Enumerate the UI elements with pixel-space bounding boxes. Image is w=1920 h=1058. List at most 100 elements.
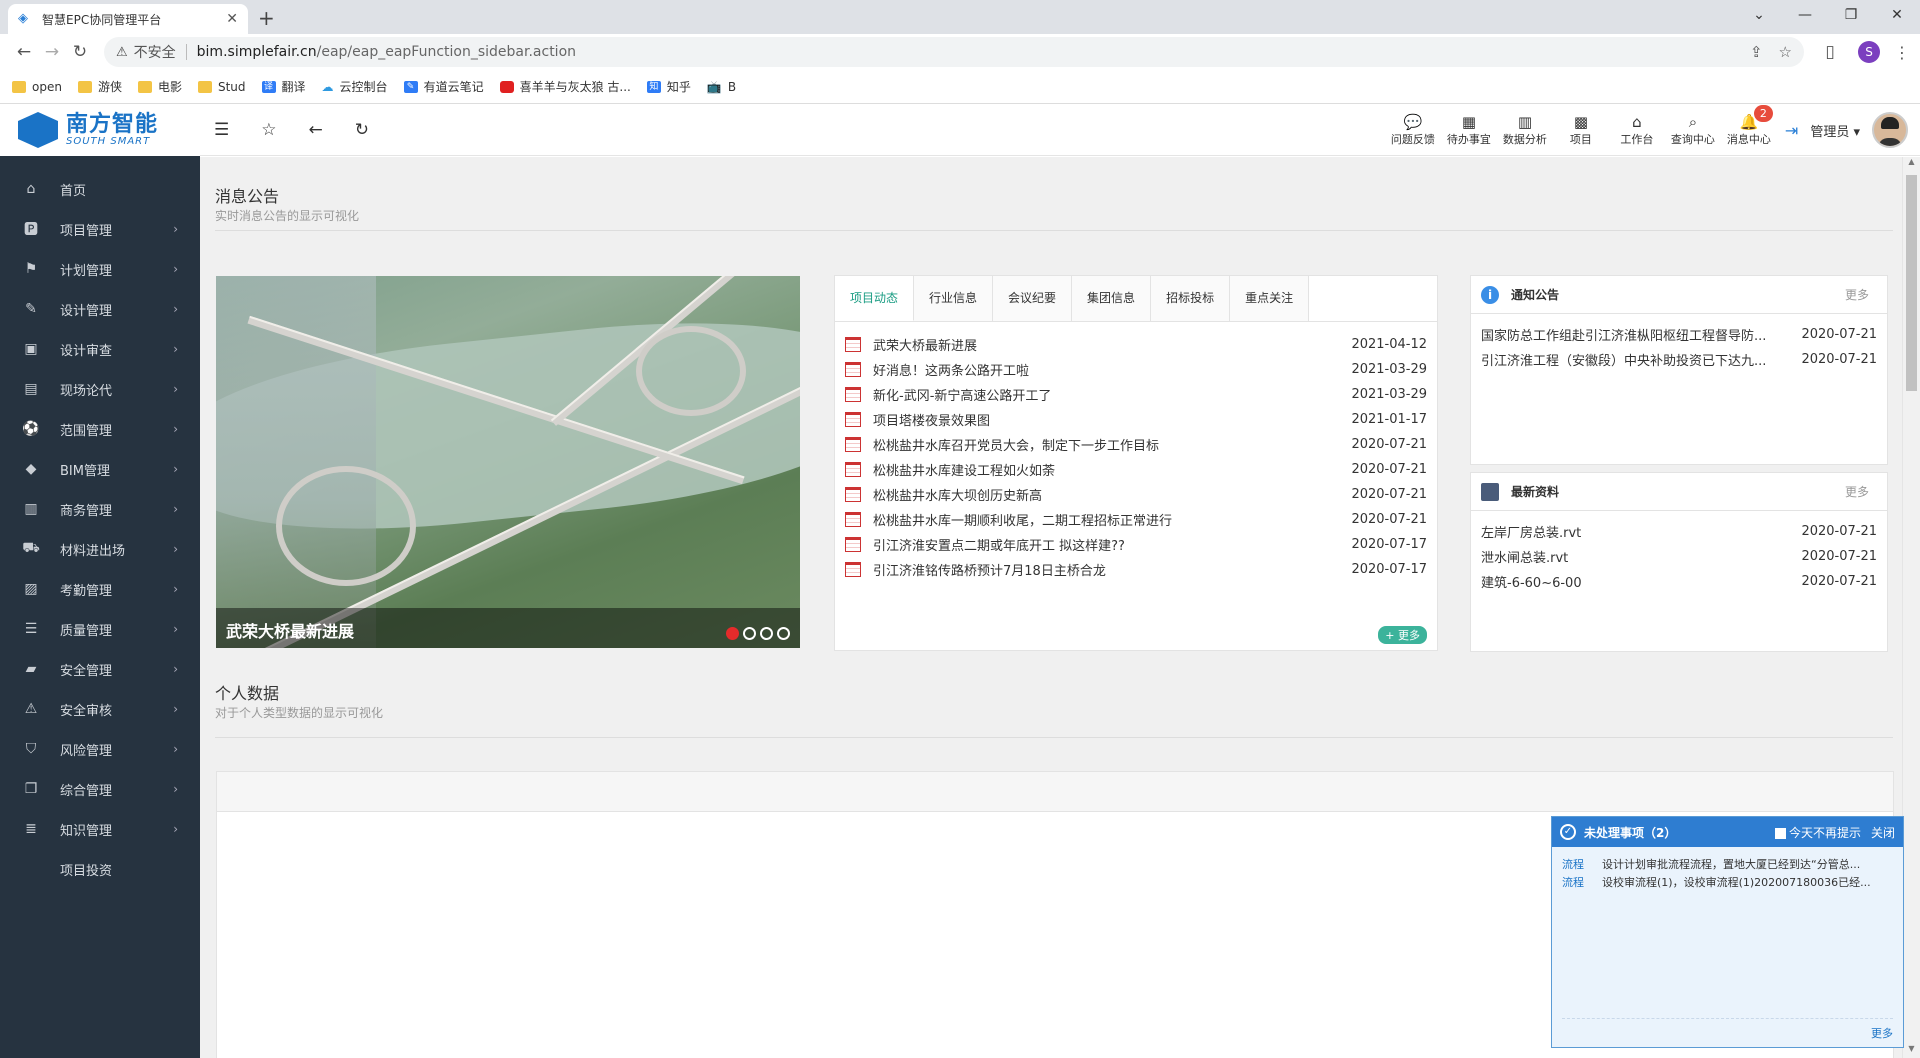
header-item-analysis[interactable]: ▥ 数据分析: [1497, 113, 1553, 147]
news-tab[interactable]: 重点关注: [1230, 276, 1310, 321]
sidebar-item[interactable]: ≣ 知识管理 ›: [0, 809, 200, 849]
new-tab-button[interactable]: +: [258, 6, 275, 30]
tab-search-icon[interactable]: ⌄: [1736, 0, 1782, 30]
bookmark-item[interactable]: open: [12, 80, 62, 94]
header-item-messages[interactable]: 🔔 消息中心 2: [1721, 105, 1777, 147]
reload-icon[interactable]: ↻: [66, 42, 94, 62]
sidebar-item[interactable]: ▤ 现场论代 ›: [0, 369, 200, 409]
bookmark-item[interactable]: 电影: [137, 78, 182, 95]
news-item[interactable]: 好消息！这两条公路开工啦 2021-03-29: [845, 357, 1427, 382]
dont-remind-checkbox[interactable]: [1774, 827, 1786, 839]
bookmark-item[interactable]: 喜羊羊与灰太狼 古...: [499, 78, 631, 95]
header-item-query[interactable]: ⌕ 查询中心: [1665, 113, 1721, 147]
carousel-dot[interactable]: [760, 627, 773, 640]
logo[interactable]: 南方智能 SOUTH SMART: [0, 104, 200, 156]
user-menu[interactable]: 管理员 ▾: [1810, 121, 1860, 140]
tab-close-icon[interactable]: ✕: [226, 11, 238, 27]
scrollbar[interactable]: ▲ ▼: [1902, 157, 1920, 1058]
share-icon[interactable]: ⇪: [1750, 43, 1763, 61]
popup-close-button[interactable]: 关闭: [1871, 824, 1895, 841]
news-item[interactable]: 松桃盐井水库一期顺利收尾，二期工程招标正常进行 2020-07-21: [845, 507, 1427, 532]
carousel-dot[interactable]: [726, 627, 739, 640]
notice-more-link[interactable]: 更多: [1845, 286, 1869, 303]
profile-avatar[interactable]: S: [1858, 41, 1880, 63]
refresh-icon[interactable]: ↻: [355, 120, 369, 140]
news-item[interactable]: 武荣大桥最新进展 2021-04-12: [845, 332, 1427, 357]
popup-item[interactable]: 流程 设校审流程(1)，设校审流程(1)202007180036已经...: [1562, 873, 1893, 891]
sidebar-item[interactable]: ⌂ 首页: [0, 169, 200, 209]
news-item[interactable]: 新化-武冈-新宁高速公路开工了 2021-03-29: [845, 382, 1427, 407]
news-tab[interactable]: 行业信息: [914, 276, 994, 321]
url-field[interactable]: ⚠ 不安全 bim.simplefair.cn/eap/eap_eapFunct…: [104, 37, 1804, 67]
sidebar-item[interactable]: ⛟ 材料进出场 ›: [0, 529, 200, 569]
sidebar-item[interactable]: ▨ 考勤管理 ›: [0, 569, 200, 609]
bookmark-item[interactable]: Stud: [197, 80, 246, 94]
sidebar-item[interactable]: ◆ BIM管理 ›: [0, 449, 200, 489]
sidebar-item[interactable]: 🅿 项目管理 ›: [0, 209, 200, 249]
popup-item[interactable]: 流程 设计计划审批流程流程，置地大厦已经到达“分管总...: [1562, 855, 1893, 873]
folder-icon: [77, 80, 92, 93]
news-tab[interactable]: 招标投标: [1151, 276, 1231, 321]
bookmark-star-icon[interactable]: ☆: [1779, 43, 1792, 61]
sidebar-item[interactable]: ✎ 设计管理 ›: [0, 289, 200, 329]
news-item[interactable]: 引江济淮安置点二期或年底开工 拟这样建?? 2020-07-17: [845, 532, 1427, 557]
back-arrow-icon[interactable]: ←: [309, 120, 323, 140]
list-item[interactable]: 国家防总工作组赴引江济淮枞阳枢纽工程督导防... 2020-07-21: [1481, 322, 1877, 347]
header-item-project[interactable]: ▩ 项目: [1553, 113, 1609, 147]
list-item[interactable]: 建筑-6-60~6-00 2020-07-21: [1481, 569, 1877, 594]
sidebar-item[interactable]: ⚑ 计划管理 ›: [0, 249, 200, 289]
list-item[interactable]: 左岸厂房总装.rvt 2020-07-21: [1481, 519, 1877, 544]
side-panel-icon[interactable]: ▯: [1816, 42, 1844, 62]
header-item-feedback[interactable]: 💬 问题反馈: [1385, 113, 1441, 147]
news-item[interactable]: 松桃盐井水库召开党员大会，制定下一步工作目标 2020-07-21: [845, 432, 1427, 457]
indent-icon[interactable]: ⇥: [1785, 121, 1798, 140]
list-item[interactable]: 泄水闸总装.rvt 2020-07-21: [1481, 544, 1877, 569]
sidebar-item[interactable]: ⚽ 范围管理 ›: [0, 409, 200, 449]
restore-icon[interactable]: ❐: [1828, 0, 1874, 30]
news-tab[interactable]: 集团信息: [1072, 276, 1152, 321]
bookmark-item[interactable]: 译翻译: [261, 78, 306, 95]
dont-remind-option[interactable]: 今天不再提示: [1774, 824, 1861, 841]
close-window-icon[interactable]: ✕: [1874, 0, 1920, 30]
bookmark-item[interactable]: ✎ 有道云笔记: [403, 78, 484, 95]
popup-more-link[interactable]: 更多: [1562, 1018, 1893, 1041]
news-tab[interactable]: 项目动态: [835, 276, 915, 321]
news-more-button[interactable]: + 更多: [1378, 626, 1427, 644]
favorite-star-icon[interactable]: ☆: [261, 120, 276, 140]
toggle-sidebar-icon[interactable]: ☰: [214, 120, 229, 140]
sidebar-item[interactable]: ❐ 综合管理 ›: [0, 769, 200, 809]
sidebar-item[interactable]: ▰ 安全管理 ›: [0, 649, 200, 689]
scroll-down-icon[interactable]: ▼: [1903, 1044, 1920, 1058]
bookmark-item[interactable]: ☁ 云控制台: [322, 78, 388, 95]
news-tab[interactable]: 会议纪要: [993, 276, 1073, 321]
latest-more-link[interactable]: 更多: [1845, 483, 1869, 500]
news-item[interactable]: 项目塔楼夜景效果图 2021-01-17: [845, 407, 1427, 432]
list-item[interactable]: 引江济淮工程（安徽段）中央补助投资已下达九... 2020-07-21: [1481, 347, 1877, 372]
sidebar-item[interactable]: ☰ 质量管理 ›: [0, 609, 200, 649]
carousel-dot[interactable]: [777, 627, 790, 640]
avatar[interactable]: [1872, 112, 1908, 148]
sidebar-item[interactable]: 项目投资: [0, 849, 200, 889]
minimize-icon[interactable]: —: [1782, 0, 1828, 30]
bookmark-item[interactable]: 知知乎: [646, 78, 691, 95]
news-item[interactable]: 引江济淮铭传路桥预计7月18日主桥合龙 2020-07-17: [845, 557, 1427, 582]
browser-tab[interactable]: ◈ 智慧EPC协同管理平台 ✕: [8, 4, 248, 34]
bookmark-item[interactable]: 游侠: [77, 78, 122, 95]
calendar-doc-icon: [845, 362, 861, 377]
sidebar-item[interactable]: ⛉ 风险管理 ›: [0, 729, 200, 769]
header-item-workbench[interactable]: ⌂ 工作台: [1609, 113, 1665, 147]
back-icon[interactable]: ←: [10, 42, 38, 62]
forward-icon[interactable]: →: [38, 42, 66, 62]
sidebar-item[interactable]: ▣ 设计审查 ›: [0, 329, 200, 369]
image-carousel[interactable]: 武荣大桥最新进展: [216, 276, 800, 648]
scroll-up-icon[interactable]: ▲: [1903, 157, 1920, 171]
scroll-thumb[interactable]: [1906, 175, 1917, 391]
header-item-todo[interactable]: ▦ 待办事宜: [1441, 113, 1497, 147]
sidebar-item[interactable]: ▥ 商务管理 ›: [0, 489, 200, 529]
bookmark-item[interactable]: 📺 B: [707, 80, 736, 94]
carousel-dot[interactable]: [743, 627, 756, 640]
news-item[interactable]: 松桃盐井水库建设工程如火如荼 2020-07-21: [845, 457, 1427, 482]
menu-icon[interactable]: ⋮: [1894, 43, 1910, 62]
sidebar-item[interactable]: ⚠ 安全审核 ›: [0, 689, 200, 729]
news-item[interactable]: 松桃盐井水库大坝创历史新高 2020-07-21: [845, 482, 1427, 507]
